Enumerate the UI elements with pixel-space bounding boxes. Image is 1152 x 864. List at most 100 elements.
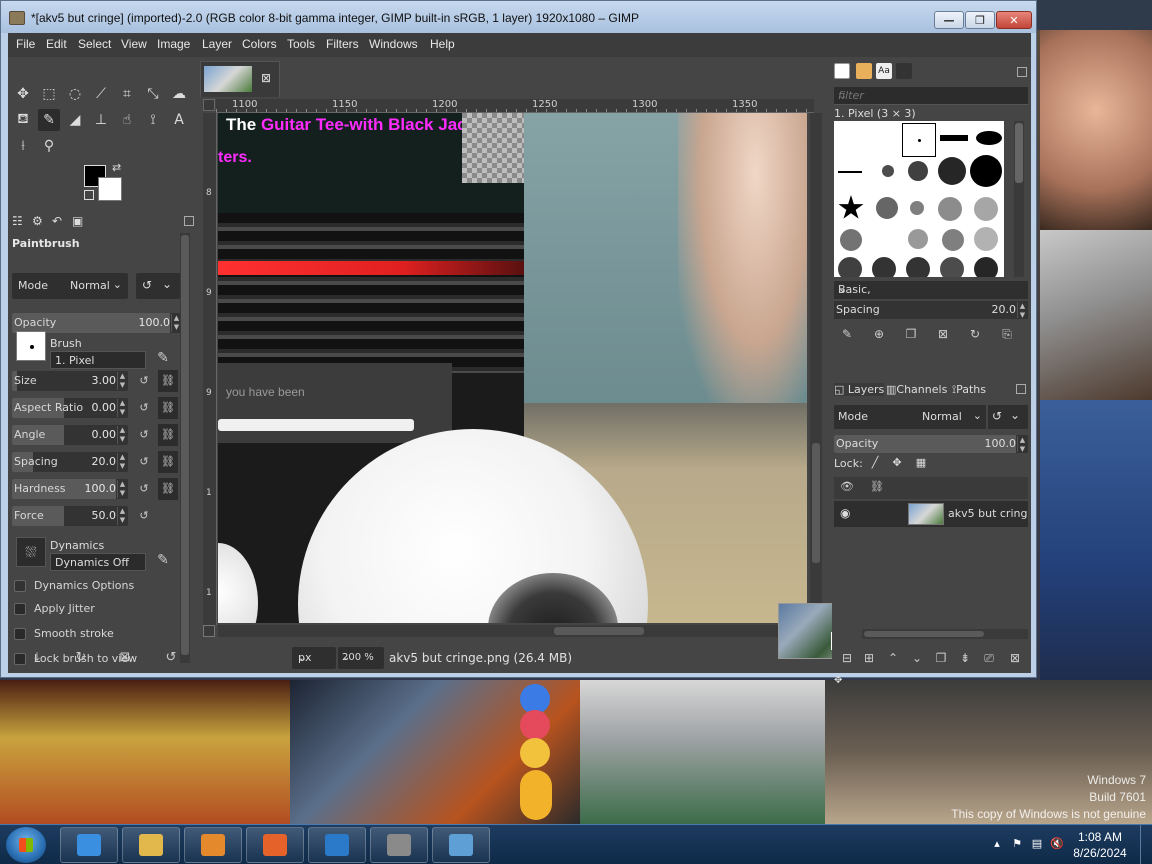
- zoom-tool[interactable]: ⚲: [38, 135, 60, 157]
- brush-filter-field[interactable]: filter ⌄: [834, 87, 1028, 105]
- canvas-vertical-scrollbar[interactable]: [810, 113, 822, 623]
- new-brush-icon[interactable]: ⊕: [870, 325, 888, 343]
- brush-aspect-ratio-slider[interactable]: Aspect Ratio 0.00 ▲ ▼: [12, 398, 128, 418]
- opacity-slider[interactable]: Opacity 100.0 ▲ ▼: [12, 313, 182, 333]
- lower-layer-icon[interactable]: ⌄: [908, 649, 926, 667]
- restore-preset-icon[interactable]: ↻: [72, 650, 90, 668]
- smudge-tool[interactable]: ☝: [116, 109, 138, 131]
- save-preset-icon[interactable]: ⤓: [28, 650, 46, 668]
- spin-arrows-icon[interactable]: ▲ ▼: [117, 426, 127, 444]
- eraser-tool[interactable]: ◢: [64, 109, 86, 131]
- images-tab-icon[interactable]: ▣: [72, 214, 88, 230]
- textured-brush-icon[interactable]: [938, 197, 962, 221]
- layer-opacity-slider[interactable]: Opacity 100.0 ▲ ▼: [834, 435, 1028, 453]
- taskbar-clock[interactable]: 1:08 AM 8/26/2024: [1068, 829, 1132, 861]
- layer-mode-select[interactable]: Mode Normal ⌄: [834, 405, 986, 429]
- star-brush-icon[interactable]: [838, 195, 864, 219]
- texture-brush-icon[interactable]: [906, 257, 930, 277]
- fuzzy-select-tool[interactable]: ⟋: [90, 83, 112, 105]
- patterns-tab-icon[interactable]: [856, 63, 872, 79]
- brush-grid[interactable]: [834, 121, 1004, 277]
- taskbar-gimp-button[interactable]: [370, 827, 428, 863]
- dynamics-name-field[interactable]: Dynamics Off: [50, 553, 146, 571]
- menu-colors[interactable]: Colors: [242, 37, 277, 51]
- zoom-select[interactable]: 200 % ⌄: [338, 647, 384, 669]
- brushes-tab-icon[interactable]: [834, 63, 850, 79]
- splatter-brush-icon[interactable]: [974, 227, 998, 251]
- lock-alpha-icon[interactable]: ▦: [914, 456, 928, 470]
- taskbar-windows-media-center-button[interactable]: [308, 827, 366, 863]
- undo-history-tab-icon[interactable]: ↶: [52, 214, 68, 230]
- network-icon[interactable]: ▤: [1030, 837, 1044, 851]
- scrollbar-thumb[interactable]: [554, 627, 644, 635]
- show-hidden-icons-icon[interactable]: ▴: [990, 837, 1004, 851]
- panel-menu-icon[interactable]: [184, 216, 194, 226]
- menu-layer[interactable]: Layer: [202, 37, 232, 51]
- link-to-brush-icon[interactable]: ⛓: [158, 451, 178, 473]
- menu-select[interactable]: Select: [78, 37, 111, 51]
- scrollbar-thumb[interactable]: [1015, 123, 1023, 183]
- panel-menu-icon[interactable]: [1016, 384, 1026, 394]
- link-to-brush-icon[interactable]: ⛓: [158, 397, 178, 419]
- taskbar-media-player-button[interactable]: [184, 827, 242, 863]
- panel-menu-icon[interactable]: [1017, 67, 1027, 77]
- smooth-stroke-checkbox[interactable]: Smooth stroke: [12, 624, 182, 644]
- reset-slider-icon[interactable]: ↺: [136, 508, 152, 524]
- menu-help[interactable]: Help: [430, 37, 455, 51]
- paths-tool[interactable]: ⟟: [142, 109, 164, 131]
- selected-brush-cell[interactable]: [902, 123, 936, 157]
- canvas-horizontal-scrollbar[interactable]: [218, 625, 807, 637]
- scrollbar-thumb[interactable]: [181, 235, 189, 655]
- brush-grid-scrollbar[interactable]: [1014, 121, 1024, 277]
- maximize-button[interactable]: ❐: [965, 11, 995, 29]
- document-history-tab-icon[interactable]: [896, 63, 912, 79]
- tool-options-tab-icon[interactable]: ☷: [12, 214, 28, 230]
- layer-row[interactable]: ◉ akv5 but cringe.png: [834, 501, 1028, 527]
- brush-name-field[interactable]: 1. Pixel: [50, 351, 146, 369]
- eye-icon[interactable]: ◉: [840, 506, 850, 520]
- new-layer-icon[interactable]: ⊞: [860, 649, 878, 667]
- menu-windows[interactable]: Windows: [369, 37, 418, 51]
- reset-slider-icon[interactable]: ↺: [136, 400, 152, 416]
- tab-paths[interactable]: ⟟Paths: [952, 383, 986, 397]
- gimp-app-icon[interactable]: [9, 11, 25, 25]
- fonts-tab-icon[interactable]: Aa: [876, 63, 892, 79]
- image-tab[interactable]: ⊠: [200, 61, 280, 97]
- quick-mask-toggle[interactable]: [203, 625, 215, 637]
- action-center-flag-icon[interactable]: ⚑: [1010, 837, 1024, 851]
- textured-brush-icon[interactable]: [974, 197, 998, 221]
- lock-position-icon[interactable]: ✥: [890, 456, 904, 470]
- clone-tool[interactable]: ⊥: [90, 109, 112, 131]
- round-brush-icon[interactable]: [908, 161, 928, 181]
- minimize-button[interactable]: —: [934, 11, 964, 29]
- duplicate-layer-icon[interactable]: ❐: [932, 649, 950, 667]
- brush-angle-slider[interactable]: Angle 0.00 ▲ ▼: [12, 425, 128, 445]
- link-to-brush-icon[interactable]: ⛓: [158, 424, 178, 446]
- show-desktop-button[interactable]: [1140, 825, 1152, 864]
- move-tool[interactable]: ✥: [12, 83, 34, 105]
- texture-brush-icon[interactable]: [940, 257, 964, 277]
- brush-size-slider[interactable]: Size 3.00 ▲ ▼: [12, 371, 128, 391]
- menu-filters[interactable]: Filters: [326, 37, 359, 51]
- texture-brush-icon[interactable]: [974, 257, 998, 277]
- navigate-icon[interactable]: ✥: [834, 675, 846, 687]
- brush-spacing-slider[interactable]: Spacing 20.0 ▲ ▼: [12, 452, 128, 472]
- delete-preset-icon[interactable]: ⊠: [116, 650, 134, 668]
- round-brush-icon[interactable]: [938, 157, 966, 185]
- raise-layer-icon[interactable]: ⌃: [884, 649, 902, 667]
- round-brush-icon[interactable]: [882, 165, 894, 177]
- dynamics-options-expander[interactable]: Dynamics Options: [12, 576, 182, 596]
- round-brush-icon[interactable]: [970, 155, 1002, 187]
- scrollbar-thumb[interactable]: [812, 443, 820, 563]
- background-color-swatch[interactable]: [98, 177, 122, 201]
- taskbar-internet-explorer-button[interactable]: [60, 827, 118, 863]
- line-brush-icon[interactable]: [838, 171, 862, 173]
- taskbar-file-explorer-button[interactable]: [122, 827, 180, 863]
- text-tool[interactable]: A: [168, 109, 190, 131]
- tab-channels[interactable]: ▥Channels: [886, 383, 947, 396]
- splatter-brush-icon[interactable]: [908, 229, 928, 249]
- menu-file[interactable]: File: [16, 37, 35, 51]
- close-button[interactable]: ✕: [996, 11, 1032, 29]
- link-to-brush-icon[interactable]: ⛓: [158, 370, 178, 392]
- merge-layer-icon[interactable]: ⇟: [956, 649, 974, 667]
